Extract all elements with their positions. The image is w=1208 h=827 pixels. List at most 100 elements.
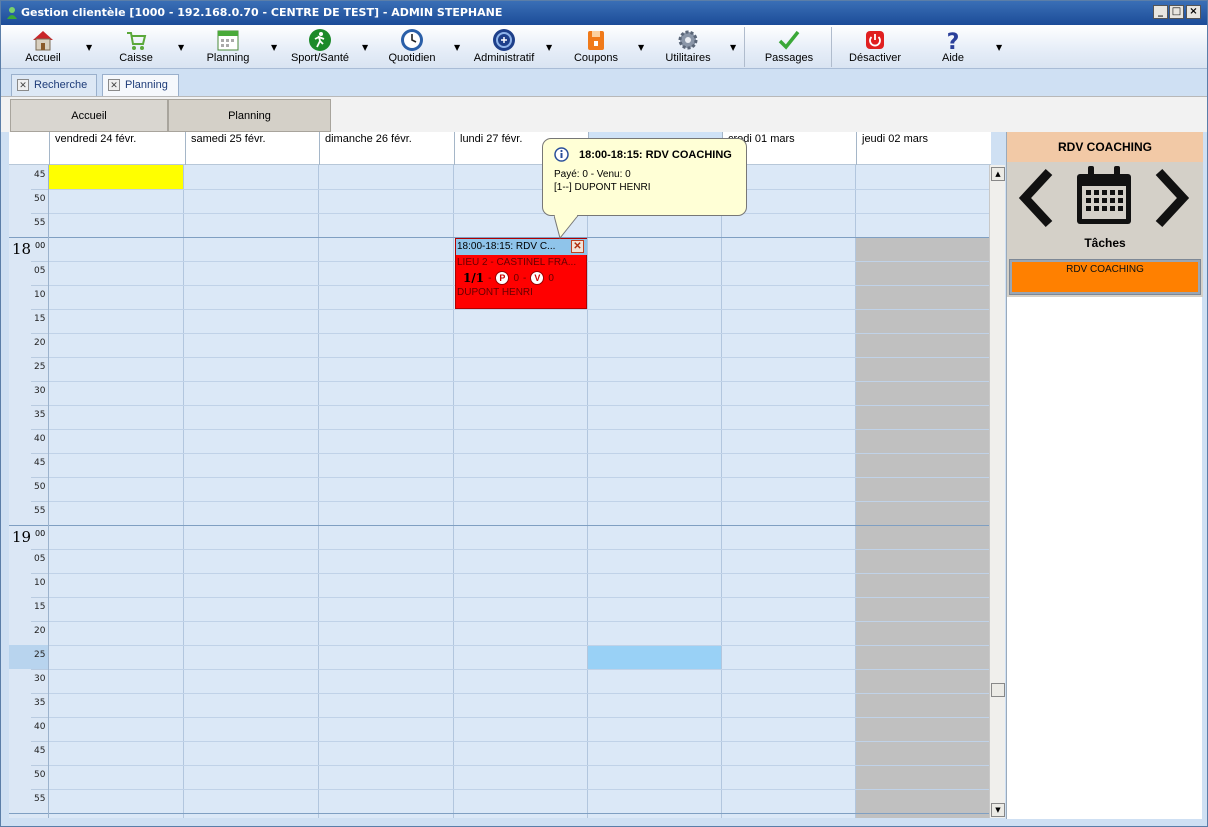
toolbar-quotidien[interactable]: Quotidien — [381, 25, 443, 69]
time-label: 50 — [34, 770, 46, 780]
time-label: 35 — [34, 698, 46, 708]
tooltip-line-1: Payé: 0 - Venu: 0 — [554, 169, 631, 180]
check-icon — [778, 30, 800, 50]
calendar-icon[interactable] — [1073, 164, 1135, 228]
day-header[interactable]: vendredi 24 févr. — [49, 132, 185, 165]
toolbar-desactiver-label: Désactiver — [849, 52, 901, 64]
task-item-label: RDV COACHING — [1012, 262, 1198, 292]
tooltip-title: 18:00-18:15: RDV COACHING — [579, 149, 732, 161]
cart-icon — [127, 32, 147, 50]
toolbar-quotidien-label: Quotidien — [388, 52, 436, 64]
close-window-button[interactable]: × — [1186, 5, 1201, 19]
time-label: 00 — [35, 241, 46, 250]
caisse-dropdown-icon[interactable]: ▼ — [178, 43, 188, 53]
time-label: 10 — [34, 578, 46, 588]
sport-dropdown-icon[interactable]: ▼ — [362, 43, 372, 53]
time-label: 45 — [34, 458, 46, 468]
administratif-dropdown-icon[interactable]: ▼ — [546, 43, 556, 53]
paid-value: 0 — [513, 272, 519, 284]
appointment-close-icon[interactable]: ✕ — [571, 240, 584, 253]
toolbar-passages[interactable]: Passages — [757, 25, 821, 69]
time-label: 40 — [34, 434, 46, 444]
appointment-location: LIEU 2 - CASTINEL FRA... — [457, 257, 577, 268]
highlighted-slot[interactable] — [49, 165, 183, 189]
time-label: 55 — [34, 794, 46, 804]
toolbar-desactiver[interactable]: Désactiver — [841, 25, 909, 69]
main-toolbar: Accueil ▼ Caisse ▼ Planning ▼ Sport/Sant… — [1, 25, 1207, 69]
paid-badge-icon: P — [495, 271, 510, 285]
separator: - — [523, 272, 527, 284]
planning-dropdown-icon[interactable]: ▼ — [271, 43, 281, 53]
title-bar: Gestion clientèle [1000 - 192.168.0.70 -… — [1, 1, 1207, 25]
coupons-dropdown-icon[interactable]: ▼ — [638, 43, 648, 53]
toolbar-utilitaires-label: Utilitaires — [665, 52, 711, 64]
toolbar-passages-label: Passages — [764, 52, 814, 64]
vertical-scrollbar[interactable]: ▲ ▼ — [989, 165, 1005, 818]
time-label: 50 — [34, 482, 46, 492]
scroll-down-icon[interactable]: ▼ — [991, 803, 1005, 817]
time-label: 15 — [34, 602, 46, 612]
tab-planning[interactable]: ✕ Planning — [102, 74, 179, 96]
document-tabs: ✕ Recherche ✕ Planning — [1, 70, 1207, 96]
info-icon — [554, 147, 569, 162]
toolbar-coupons-label: Coupons — [573, 52, 619, 64]
time-label: 50 — [34, 194, 46, 204]
time-label: 10 — [34, 290, 46, 300]
window-title: Gestion clientèle [1000 - 192.168.0.70 -… — [21, 6, 503, 19]
tab-planning-label: Planning — [125, 79, 168, 91]
time-label: 30 — [34, 674, 46, 684]
toolbar-accueil[interactable]: Accueil — [15, 25, 71, 69]
day-header[interactable]: samedi 25 févr. — [185, 132, 319, 165]
toolbar-sport-sante-label: Sport/Santé — [290, 52, 350, 64]
toolbar-planning[interactable]: Planning — [199, 25, 257, 69]
accueil-dropdown-icon[interactable]: ▼ — [86, 43, 96, 53]
maximize-button[interactable]: □ — [1169, 5, 1184, 19]
toolbar-administratif[interactable]: Administratif — [467, 25, 541, 69]
svg-text:?: ? — [947, 30, 960, 52]
separator: - — [488, 272, 492, 284]
hour-label-18: 18 — [12, 240, 32, 258]
calendar-icon — [217, 30, 239, 51]
toolbar-planning-label: Planning — [206, 52, 250, 64]
utilitaires-dropdown-icon[interactable]: ▼ — [730, 43, 740, 53]
time-label: 15 — [34, 314, 46, 324]
toolbar-aide[interactable]: ? Aide — [929, 25, 977, 69]
task-item[interactable]: RDV COACHING — [1009, 259, 1201, 295]
toolbar-caisse[interactable]: Caisse — [108, 25, 164, 69]
previous-arrow-icon[interactable] — [1017, 168, 1057, 228]
close-tab-icon[interactable]: ✕ — [108, 79, 120, 91]
next-arrow-icon[interactable] — [1151, 168, 1191, 228]
task-panel-title: RDV COACHING — [1007, 132, 1203, 162]
tooltip-line-2: [1--] DUPONT HENRI — [554, 182, 651, 193]
subtab-accueil[interactable]: Accueil — [10, 99, 168, 132]
appointment-block[interactable]: 18:00-18:15: RDV C... ✕ LIEU 2 - CASTINE… — [455, 238, 587, 309]
time-label: 00 — [35, 529, 46, 538]
minimize-button[interactable]: _ — [1153, 5, 1168, 19]
quotidien-dropdown-icon[interactable]: ▼ — [454, 43, 464, 53]
came-badge-icon: V — [530, 271, 545, 285]
scroll-thumb[interactable] — [991, 683, 1005, 697]
tab-recherche-label: Recherche — [34, 79, 88, 91]
day-header[interactable]: jeudi 02 mars — [856, 132, 991, 165]
time-label: 05 — [34, 554, 46, 564]
toolbar-accueil-label: Accueil — [25, 52, 61, 64]
toolbar-administratif-label: Administratif — [473, 52, 535, 64]
time-label: 45 — [34, 746, 46, 756]
tab-recherche[interactable]: ✕ Recherche — [11, 74, 97, 96]
selected-slot[interactable] — [587, 645, 721, 669]
subtab-planning[interactable]: Planning — [168, 99, 331, 132]
appointment-count: 1/1 — [463, 271, 485, 285]
toolbar-utilitaires[interactable]: Utilitaires — [656, 25, 720, 69]
time-label: 25 — [34, 362, 46, 372]
closed-day-area — [855, 237, 989, 818]
scroll-up-icon[interactable]: ▲ — [991, 167, 1005, 181]
toolbar-sport-sante[interactable]: Sport/Santé — [284, 25, 356, 69]
toolbar-aide-label: Aide — [941, 52, 965, 64]
aide-dropdown-icon[interactable]: ▼ — [996, 43, 1006, 53]
time-label: 45 — [34, 170, 46, 180]
time-label: 20 — [34, 626, 46, 636]
toolbar-separator — [831, 27, 832, 67]
toolbar-coupons[interactable]: Coupons — [567, 25, 625, 69]
close-tab-icon[interactable]: ✕ — [17, 79, 29, 91]
day-header[interactable]: dimanche 26 févr. — [319, 132, 454, 165]
